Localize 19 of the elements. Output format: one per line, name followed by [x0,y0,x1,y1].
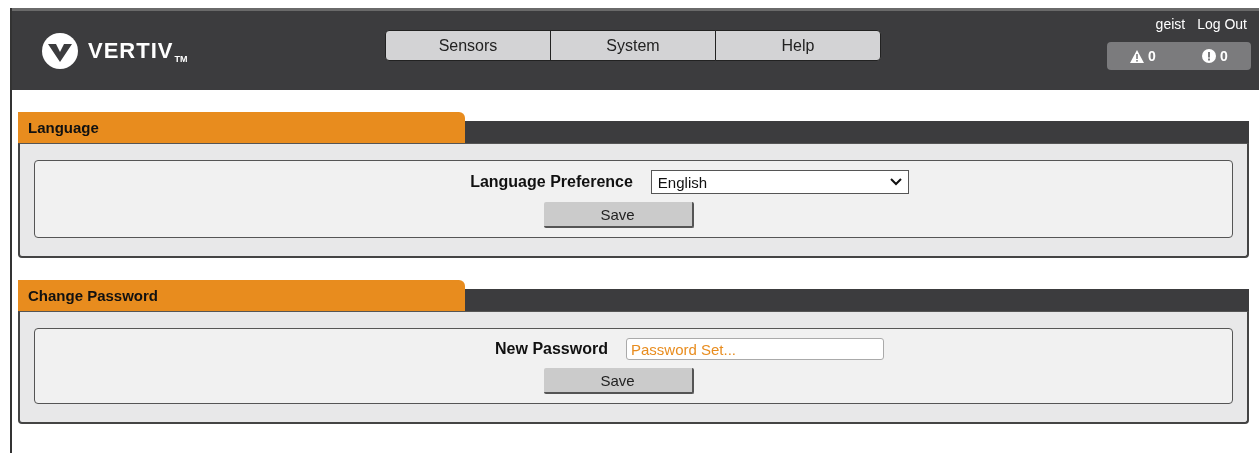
section-title: Change Password [18,280,465,311]
username: geist [1155,16,1186,32]
logout-link[interactable]: Log Out [1197,16,1247,32]
alarm-count: 0 [1148,48,1156,64]
nav-menu-button[interactable]: System [550,30,716,61]
save-button[interactable]: Save [543,202,694,228]
alarm-count: 0 [1220,48,1228,64]
nav-menu-button[interactable]: Sensors [385,30,551,61]
exclamation-circle-icon [1202,49,1217,63]
logo-icon [42,32,78,69]
password-field[interactable]: Password Set... [625,338,884,360]
field-label: New Password [495,340,608,358]
save-button[interactable]: Save [543,368,694,394]
warning-icon [1130,49,1145,63]
chevron-down-icon [889,178,902,186]
nav-menu-button[interactable]: Help [715,30,881,61]
language-select[interactable]: English [650,170,909,194]
section-title: Language [18,112,465,143]
field-label: Language Preference [470,173,633,191]
